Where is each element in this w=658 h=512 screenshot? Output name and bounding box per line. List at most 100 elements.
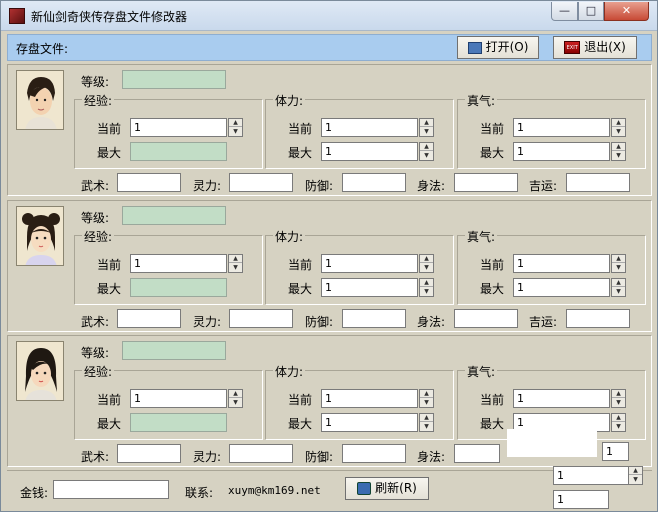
- close-button[interactable]: ✕: [604, 2, 649, 21]
- hp-max-input[interactable]: 1: [321, 413, 418, 432]
- max-label: 最大: [97, 146, 122, 160]
- spin-up-icon[interactable]: ▲: [420, 119, 433, 127]
- fangyu-input[interactable]: [342, 444, 406, 463]
- spin-down-icon[interactable]: ▼: [420, 423, 433, 431]
- exp-group-title: 经验:: [82, 363, 115, 380]
- spin-down-icon[interactable]: ▼: [420, 152, 433, 160]
- avatar-li-xiaoyao: [16, 70, 64, 130]
- mp-max-spinner[interactable]: ▲ ▼: [611, 142, 626, 161]
- hp-current-spinner[interactable]: ▲ ▼: [419, 389, 434, 408]
- stray-spinner[interactable]: ▲ ▼: [628, 466, 643, 485]
- spin-down-icon[interactable]: ▼: [229, 399, 242, 407]
- spin-down-icon[interactable]: ▼: [420, 128, 433, 136]
- spin-down-icon[interactable]: ▼: [420, 288, 433, 296]
- hp-max-spinner[interactable]: ▲ ▼: [419, 278, 434, 297]
- lingli-input[interactable]: [229, 173, 293, 192]
- spin-up-icon[interactable]: ▲: [420, 255, 433, 263]
- mp-current-input[interactable]: 1: [513, 389, 610, 408]
- spin-down-icon[interactable]: ▼: [420, 399, 433, 407]
- hp-max-input[interactable]: 1: [321, 278, 418, 297]
- exp-current-input[interactable]: 1: [130, 254, 227, 273]
- exp-current-spinner[interactable]: ▲ ▼: [228, 389, 243, 408]
- mp-current-spinner[interactable]: ▲ ▼: [611, 254, 626, 273]
- max-label: 最大: [288, 282, 313, 296]
- spin-down-icon[interactable]: ▼: [420, 264, 433, 272]
- jiyun-input[interactable]: [566, 309, 630, 328]
- exp-current-input[interactable]: 1: [130, 389, 227, 408]
- hp-current-spinner[interactable]: ▲ ▼: [419, 254, 434, 273]
- spin-up-icon[interactable]: ▲: [420, 143, 433, 151]
- spin-down-icon[interactable]: ▼: [629, 476, 642, 484]
- minimize-button[interactable]: —: [551, 2, 578, 21]
- spin-up-icon[interactable]: ▲: [612, 255, 625, 263]
- spin-up-icon[interactable]: ▲: [629, 467, 642, 475]
- exp-max-field[interactable]: [130, 413, 227, 432]
- mp-max-spinner[interactable]: ▲ ▼: [611, 278, 626, 297]
- portrait-male-icon: [17, 71, 63, 129]
- exit-button[interactable]: EXIT 退出(X): [553, 36, 637, 59]
- hp-max-spinner[interactable]: ▲ ▼: [419, 142, 434, 161]
- hp-max-input[interactable]: 1: [321, 142, 418, 161]
- spin-down-icon[interactable]: ▼: [612, 423, 625, 431]
- spin-down-icon[interactable]: ▼: [612, 288, 625, 296]
- spin-up-icon[interactable]: ▲: [229, 255, 242, 263]
- open-button[interactable]: 打开(O): [457, 36, 539, 59]
- spin-down-icon[interactable]: ▼: [612, 399, 625, 407]
- shenfa-input[interactable]: [454, 309, 518, 328]
- fangyu-input[interactable]: [342, 173, 406, 192]
- spin-up-icon[interactable]: ▲: [420, 414, 433, 422]
- stray-field-3[interactable]: 1: [553, 490, 609, 509]
- jiyun-label: 吉运:: [529, 315, 558, 329]
- spin-up-icon[interactable]: ▲: [612, 143, 625, 151]
- spin-up-icon[interactable]: ▲: [612, 119, 625, 127]
- hp-max-spinner[interactable]: ▲ ▼: [419, 413, 434, 432]
- exp-max-field[interactable]: [130, 142, 227, 161]
- lingli-input[interactable]: [229, 309, 293, 328]
- hp-current-input[interactable]: 1: [321, 254, 418, 273]
- spin-up-icon[interactable]: ▲: [612, 279, 625, 287]
- spin-down-icon[interactable]: ▼: [229, 128, 242, 136]
- spin-up-icon[interactable]: ▲: [229, 119, 242, 127]
- level-field[interactable]: [122, 341, 226, 360]
- jiyun-input[interactable]: [566, 173, 630, 192]
- hp-current-spinner[interactable]: ▲ ▼: [419, 118, 434, 137]
- wushu-label: 武术:: [81, 315, 110, 329]
- spin-down-icon[interactable]: ▼: [612, 128, 625, 136]
- exp-current-input[interactable]: 1: [130, 118, 227, 137]
- hp-current-input[interactable]: 1: [321, 389, 418, 408]
- mp-max-input[interactable]: 1: [513, 142, 610, 161]
- maximize-button[interactable]: □: [578, 2, 604, 21]
- mp-current-spinner[interactable]: ▲ ▼: [611, 389, 626, 408]
- wushu-input[interactable]: [117, 173, 181, 192]
- wushu-input[interactable]: [117, 309, 181, 328]
- gold-input[interactable]: [53, 480, 169, 499]
- shenfa-input[interactable]: [454, 444, 500, 463]
- stray-field-2[interactable]: 1: [553, 466, 629, 485]
- lingli-input[interactable]: [229, 444, 293, 463]
- mp-max-spinner[interactable]: ▲ ▼: [611, 413, 626, 432]
- spin-up-icon[interactable]: ▲: [612, 414, 625, 422]
- spin-up-icon[interactable]: ▲: [420, 390, 433, 398]
- refresh-button[interactable]: 刷新(R): [345, 477, 429, 500]
- spin-up-icon[interactable]: ▲: [229, 390, 242, 398]
- stray-field-1[interactable]: 1: [602, 442, 629, 461]
- mp-current-input[interactable]: 1: [513, 118, 610, 137]
- spin-down-icon[interactable]: ▼: [612, 264, 625, 272]
- mp-max-input[interactable]: 1: [513, 278, 610, 297]
- level-field[interactable]: [122, 206, 226, 225]
- spin-down-icon[interactable]: ▼: [229, 264, 242, 272]
- level-field[interactable]: [122, 70, 226, 89]
- mp-current-input[interactable]: 1: [513, 254, 610, 273]
- spin-down-icon[interactable]: ▼: [612, 152, 625, 160]
- mp-current-spinner[interactable]: ▲ ▼: [611, 118, 626, 137]
- wushu-input[interactable]: [117, 444, 181, 463]
- exp-current-spinner[interactable]: ▲ ▼: [228, 254, 243, 273]
- fangyu-input[interactable]: [342, 309, 406, 328]
- hp-current-input[interactable]: 1: [321, 118, 418, 137]
- shenfa-input[interactable]: [454, 173, 518, 192]
- exp-max-field[interactable]: [130, 278, 227, 297]
- exp-current-spinner[interactable]: ▲ ▼: [228, 118, 243, 137]
- spin-up-icon[interactable]: ▲: [420, 279, 433, 287]
- refresh-icon: [357, 482, 372, 495]
- spin-up-icon[interactable]: ▲: [612, 390, 625, 398]
